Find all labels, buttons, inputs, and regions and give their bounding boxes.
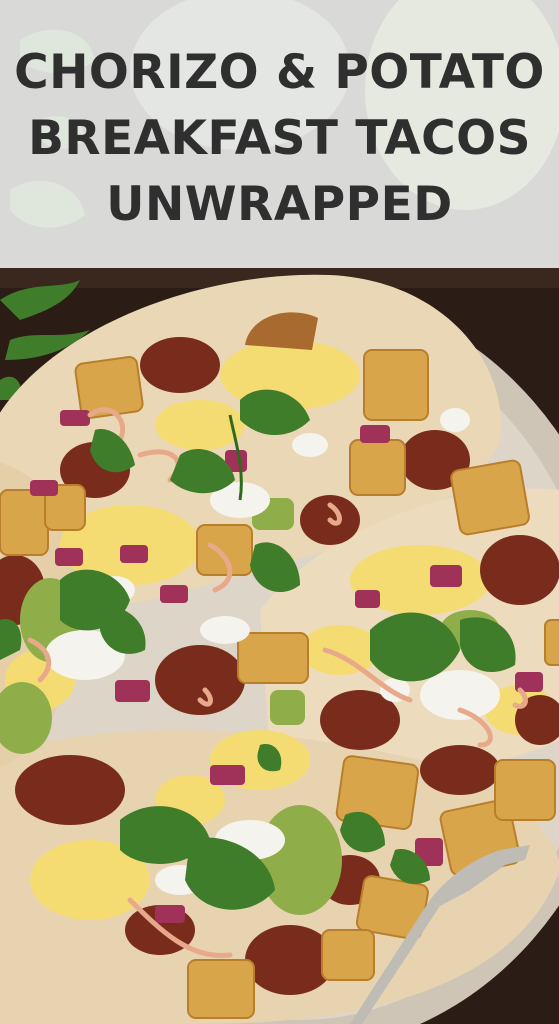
title-line-3: UNWRAPPED [106,177,453,232]
title-line-2: BREAKFAST TACOS [28,111,531,166]
pin-title: CHORIZO & POTATO BREAKFAST TACOS UNWRAPP… [0,40,559,238]
title-banner: CHORIZO & POTATO BREAKFAST TACOS UNWRAPP… [0,0,559,268]
pin-image: CHORIZO & POTATO BREAKFAST TACOS UNWRAPP… [0,0,559,1024]
title-line-1: CHORIZO & POTATO [14,45,545,100]
